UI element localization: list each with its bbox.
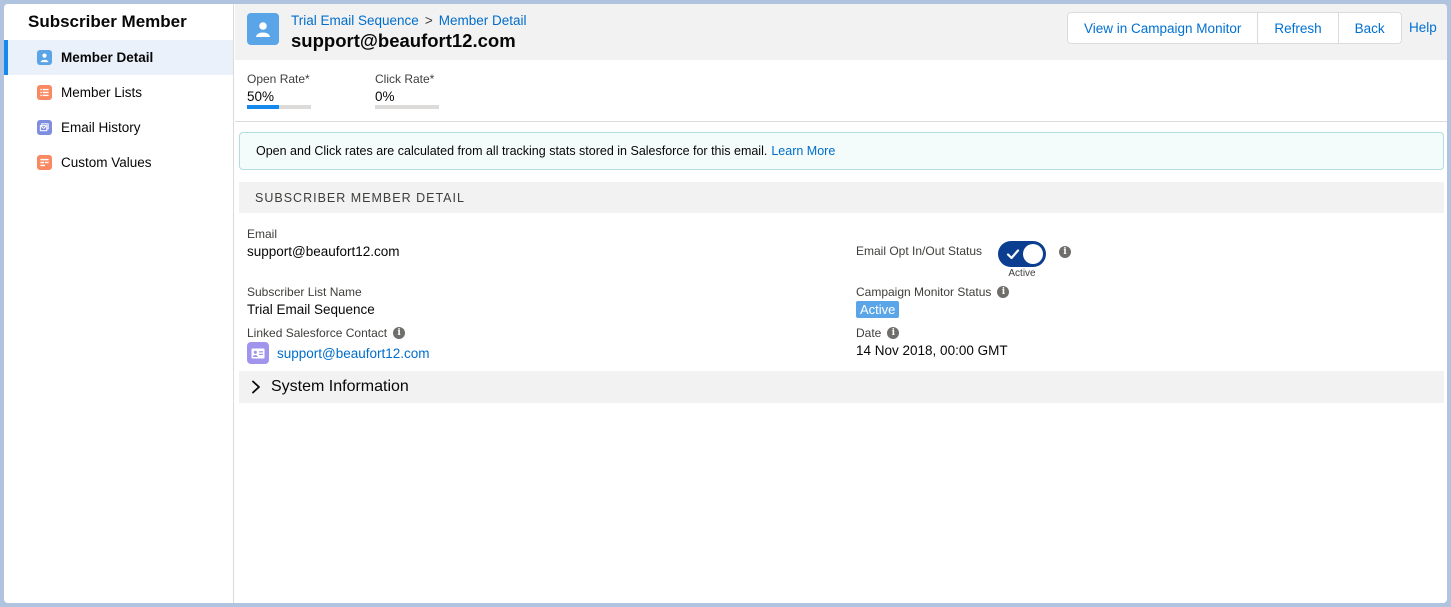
list-icon [37, 85, 52, 100]
sidebar-item-member-detail[interactable]: Member Detail [4, 40, 233, 75]
email-opt-status-field: Email Opt In/Out Status [856, 244, 982, 258]
contact-icon [37, 50, 52, 65]
open-rate-progress-bar [247, 105, 311, 109]
page-header: Trial Email Sequence > Member Detail sup… [235, 4, 1447, 60]
field-label-text: Linked Salesforce Contact [247, 326, 388, 340]
divider [235, 121, 1447, 122]
linked-contact-text: support@beaufort12.com [277, 345, 430, 361]
main-content: Trial Email Sequence > Member Detail sup… [235, 4, 1447, 603]
section-header: SUBSCRIBER MEMBER DETAIL [239, 182, 1444, 213]
sidebar-item-member-lists[interactable]: Member Lists [4, 75, 233, 110]
system-information-section-toggle[interactable]: System Information [239, 371, 1444, 403]
sidebar: Subscriber Member Member Detail Member L… [4, 4, 234, 603]
refresh-button[interactable]: Refresh [1258, 13, 1339, 43]
sidebar-item-label: Email History [61, 120, 141, 135]
open-rate-stat: Open Rate* 50% [247, 72, 311, 109]
open-rate-value: 50% [247, 89, 275, 104]
info-icon[interactable]: i [1059, 246, 1071, 258]
date-field: Date i 14 Nov 2018, 00:00 GMT [856, 326, 1008, 358]
field-label: Linked Salesforce Contact i [247, 326, 430, 340]
sidebar-item-label: Member Lists [61, 85, 143, 100]
field-label-text: Date [856, 326, 882, 340]
sidebar-item-label: Custom Values [61, 155, 152, 170]
info-icon[interactable]: i [997, 286, 1010, 298]
custom-values-icon [37, 155, 52, 170]
sidebar-title: Subscriber Member [28, 12, 187, 31]
breadcrumb: Trial Email Sequence > Member Detail [291, 13, 526, 28]
click-rate-label: Click Rate* [375, 72, 435, 86]
field-label-text: Campaign Monitor Status [856, 285, 992, 299]
open-rate-label: Open Rate* [247, 72, 310, 86]
learn-more-link[interactable]: Learn More [771, 144, 835, 158]
breadcrumb-link-member-detail[interactable]: Member Detail [439, 13, 527, 28]
sidebar-item-label: Member Detail [61, 50, 154, 65]
click-rate-value: 0% [375, 89, 395, 104]
page-title: support@beaufort12.com [291, 30, 516, 51]
status-badge: Active [856, 301, 900, 318]
info-box: Open and Click rates are calculated from… [239, 132, 1444, 170]
linked-salesforce-contact-field: Linked Salesforce Contact i support@beau… [247, 326, 430, 364]
field-label: Date i [856, 326, 1008, 340]
breadcrumb-separator: > [424, 13, 433, 28]
subscriber-list-name-value: Trial Email Sequence [247, 302, 375, 317]
email-field: Email support@beaufort12.com [247, 227, 400, 259]
campaign-monitor-status-field: Campaign Monitor Status i Active [856, 285, 1010, 318]
field-label: Subscriber List Name [247, 285, 362, 299]
view-in-campaign-monitor-button[interactable]: View in Campaign Monitor [1068, 13, 1259, 43]
breadcrumb-link-list[interactable]: Trial Email Sequence [291, 13, 419, 28]
contact-card-icon [247, 342, 269, 364]
chevron-right-icon [252, 380, 260, 394]
info-icon[interactable]: i [887, 327, 900, 339]
opt-status-toggle[interactable] [998, 241, 1046, 267]
sidebar-item-email-history[interactable]: Email History [4, 110, 233, 145]
back-button[interactable]: Back [1338, 13, 1401, 43]
linked-contact-link[interactable]: support@beaufort12.com [247, 342, 430, 364]
check-icon [1006, 249, 1020, 260]
info-box-text: Open and Click rates are calculated from… [256, 144, 768, 158]
field-label: Email Opt In/Out Status [856, 244, 983, 258]
help-link[interactable]: Help [1409, 20, 1437, 35]
app-frame: Subscriber Member Member Detail Member L… [4, 4, 1447, 603]
stats-row: Open Rate* 50% Click Rate* 0% [247, 72, 439, 109]
open-rate-progress-fill [247, 105, 279, 109]
header-button-group: View in Campaign Monitor Refresh Back [1067, 12, 1402, 44]
toggle-status-label: Active [1008, 268, 1036, 279]
click-rate-stat: Click Rate* 0% [375, 72, 439, 109]
email-value: support@beaufort12.com [247, 244, 400, 259]
subscriber-list-name-field: Subscriber List Name Trial Email Sequenc… [247, 285, 375, 317]
system-information-label: System Information [271, 378, 409, 395]
field-label: Email [247, 227, 278, 241]
info-icon[interactable]: i [393, 327, 406, 339]
toggle-knob [1023, 244, 1043, 264]
field-label: Campaign Monitor Status i [856, 285, 1010, 299]
contact-icon [247, 13, 279, 45]
click-rate-progress-bar [375, 105, 439, 109]
sidebar-item-custom-values[interactable]: Custom Values [4, 145, 233, 180]
date-value: 14 Nov 2018, 00:00 GMT [856, 343, 1008, 358]
email-history-icon [37, 120, 52, 135]
